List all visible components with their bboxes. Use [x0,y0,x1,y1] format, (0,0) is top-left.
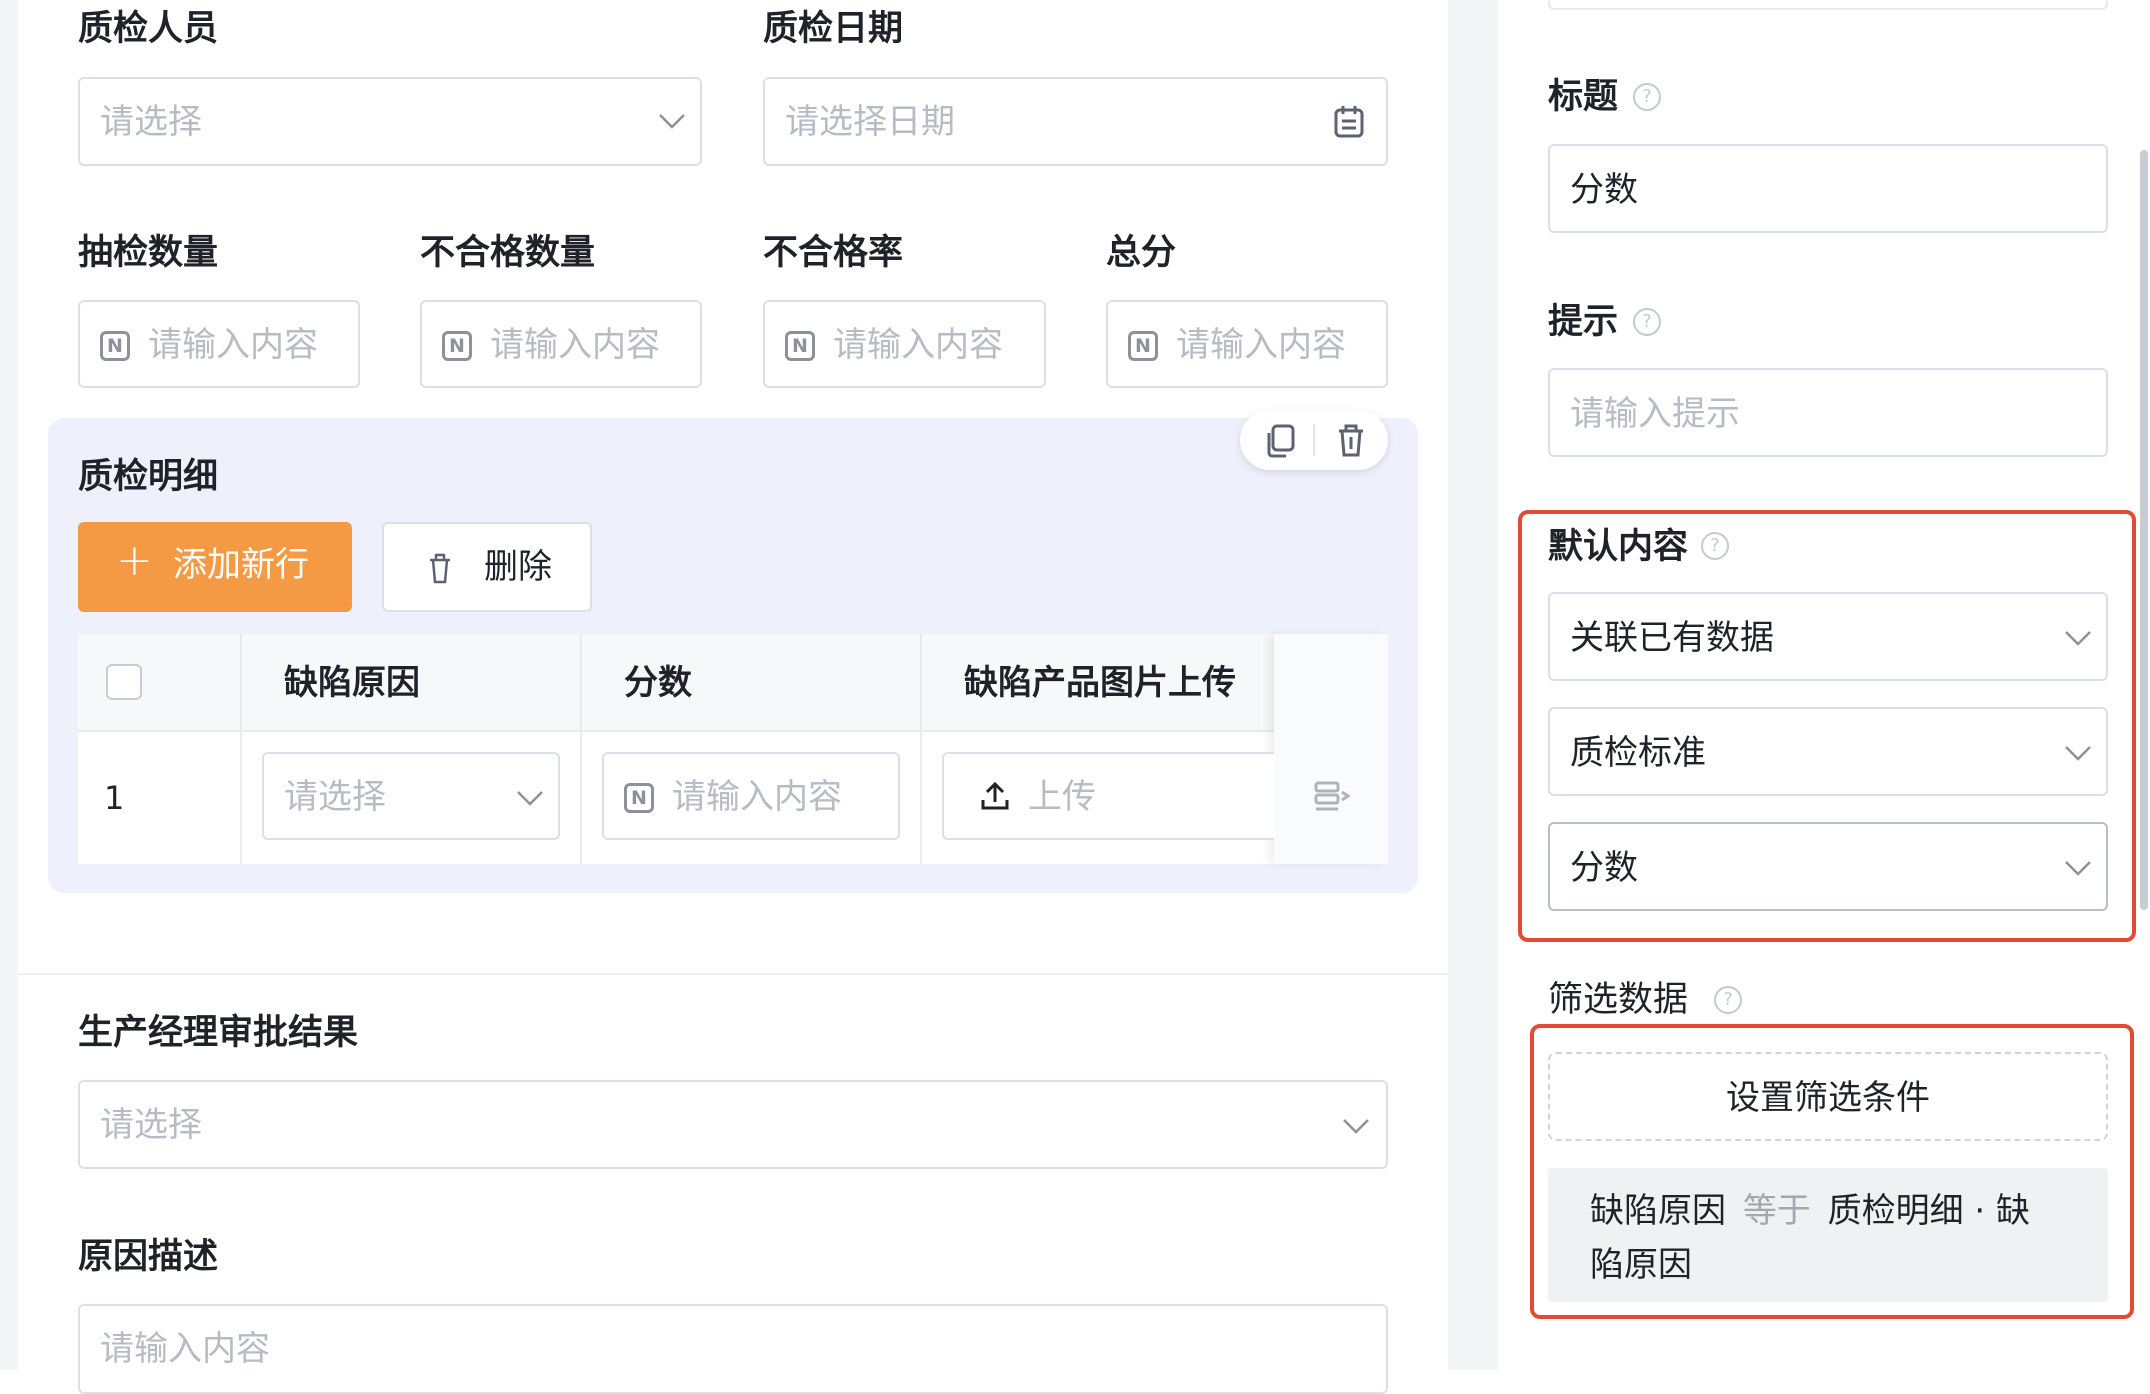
chevron-down-icon [2065,631,2091,646]
fail-qty-label: 不合格数量 [420,233,596,273]
hint-field-label: 提示 [1548,302,1619,342]
upload-label: 上传 [1028,777,1096,817]
row-actions-column [1274,634,1388,864]
plus-icon: + [116,535,153,586]
select-all-checkbox[interactable] [106,664,142,700]
manager-result-select[interactable]: 请选择 [78,1080,1388,1169]
chevron-down-icon [2065,746,2091,761]
manager-result-placeholder: 请选择 [100,1105,202,1145]
condition-value: 质检明细 · 缺 [1827,1191,2031,1231]
row-divider [78,730,1388,732]
inspector-label: 质检人员 [78,9,219,49]
column-header: 缺陷产品图片上传 [964,663,1236,703]
section-divider [18,973,1448,975]
sample-qty-input[interactable]: N 请输入内容 [78,300,360,388]
filter-condition[interactable]: 缺陷原因 等于 质检明细 · 缺 陷原因 [1548,1168,2108,1302]
filter-data-label: 筛选数据 [1548,980,1689,1020]
set-filter-button[interactable]: 设置筛选条件 [1548,1052,2108,1141]
chevron-down-icon [2065,861,2091,876]
help-icon[interactable]: ? [1633,308,1661,336]
fail-rate-input[interactable]: N 请输入内容 [763,300,1046,388]
trash-icon[interactable] [1336,422,1366,458]
upload-button[interactable]: 上传 [942,752,1274,840]
score-placeholder: 请输入内容 [672,777,842,817]
row-edit-icon[interactable] [1314,780,1350,816]
number-icon: N [785,331,815,361]
chevron-down-icon [517,791,543,806]
card-toolbar [1240,410,1388,470]
default-source-select[interactable]: 关联已有数据 [1548,592,2108,681]
copy-icon[interactable] [1264,424,1296,458]
date-label: 质检日期 [763,9,904,49]
number-icon: N [442,331,472,361]
add-row-label: 添加新行 [173,545,309,585]
chevron-down-icon [659,114,685,129]
linked-field-select[interactable]: 分数 [1548,822,2108,911]
chevron-down-icon [1343,1119,1369,1134]
col-divider [240,634,242,864]
date-placeholder: 请选择日期 [785,102,955,142]
trash-icon [430,553,450,584]
delete-rows-button[interactable]: 删除 [382,522,592,612]
panel-scrollbar[interactable] [2140,150,2148,910]
help-icon[interactable]: ? [1714,986,1742,1014]
detail-title: 质检明细 [78,457,219,497]
help-icon[interactable]: ? [1701,532,1729,560]
reason-desc-placeholder: 请输入内容 [100,1329,270,1369]
number-icon: N [100,331,130,361]
upload-icon [981,781,1009,810]
column-header: 缺陷原因 [284,663,420,703]
inspector-placeholder: 请选择 [100,102,202,142]
fail-rate-label: 不合格率 [763,233,904,273]
detail-table: 缺陷原因 分数 缺陷产品图片上传 1 请选择 N 请输入内容 上传 [78,634,1388,864]
number-icon: N [1128,331,1158,361]
manager-result-label: 生产经理审批结果 [78,1013,359,1053]
sample-qty-placeholder: 请输入内容 [148,325,318,365]
linked-form-value: 质检标准 [1570,733,1706,773]
total-score-label: 总分 [1106,233,1177,273]
reason-desc-textarea[interactable]: 请输入内容 [78,1304,1388,1394]
defect-reason-placeholder: 请选择 [284,777,386,817]
fail-qty-placeholder: 请输入内容 [490,325,660,365]
sample-qty-label: 抽检数量 [78,233,219,273]
help-icon[interactable]: ? [1633,83,1661,111]
title-input[interactable]: 分数 [1548,144,2108,233]
column-header: 分数 [624,663,692,703]
row-index: 1 [104,779,125,817]
total-score-input[interactable]: N 请输入内容 [1106,300,1388,388]
linked-field-value: 分数 [1570,848,1638,888]
inspector-select[interactable]: 请选择 [78,77,702,166]
total-score-placeholder: 请输入内容 [1176,325,1346,365]
panel-gutter [1448,0,1498,1370]
number-icon: N [624,783,654,813]
col-divider [920,634,922,864]
condition-value-continued: 陷原因 [1590,1245,1692,1285]
defect-reason-select[interactable]: 请选择 [262,752,560,840]
hint-placeholder: 请输入提示 [1570,394,1740,434]
fail-qty-input[interactable]: N 请输入内容 [420,300,702,388]
set-filter-label: 设置筛选条件 [1726,1078,1930,1118]
title-field-label: 标题 [1548,77,1619,117]
title-value: 分数 [1570,170,1638,210]
reason-desc-label: 原因描述 [78,1237,219,1277]
date-picker[interactable]: 请选择日期 [763,77,1388,166]
delete-label: 删除 [484,547,552,587]
col-divider [580,634,582,864]
default-source-value: 关联已有数据 [1570,618,1774,658]
hint-input[interactable]: 请输入提示 [1548,368,2108,457]
default-content-label: 默认内容 [1548,527,1689,567]
linked-form-select[interactable]: 质检标准 [1548,707,2108,796]
condition-line-1: 缺陷原因 等于 质检明细 · 缺 [1590,1194,2030,1228]
score-input[interactable]: N 请输入内容 [602,752,900,840]
previous-field-input[interactable] [1548,0,2108,10]
toolbar-divider [1313,424,1315,456]
condition-operator: 等于 [1742,1191,1811,1231]
add-row-button[interactable]: + 添加新行 [78,522,352,612]
left-edge [0,0,18,1370]
fail-rate-placeholder: 请输入内容 [833,325,1003,365]
condition-field: 缺陷原因 [1590,1191,1726,1231]
calendar-icon [1334,106,1364,138]
